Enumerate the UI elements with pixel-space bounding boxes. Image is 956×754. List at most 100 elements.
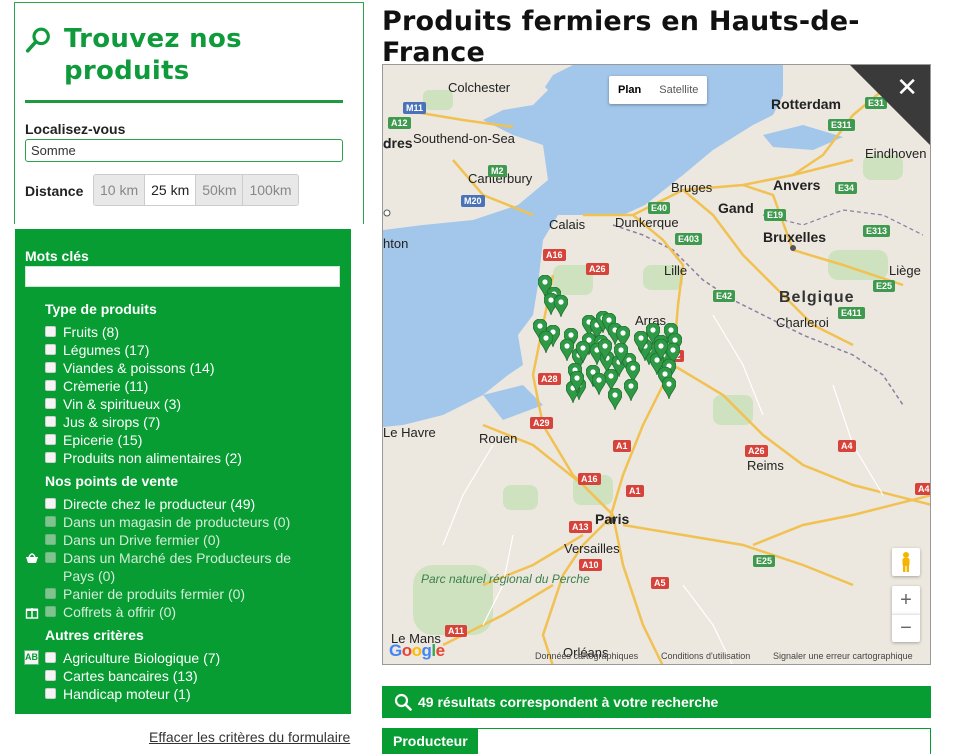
road-shield: A5 [651,577,669,589]
road-shield: M20 [461,195,485,207]
road-shield: M11 [403,102,427,114]
checkbox[interactable] [45,362,56,373]
results-summary-bar: 49 résultats correspondent à votre reche… [382,686,931,718]
checkbox[interactable] [45,380,56,391]
page-title: Produits fermiers en Hauts-de-France [382,6,860,68]
map-label-reims: Reims [747,458,784,473]
producer-map-marker[interactable] [570,371,584,393]
distance-option-10km[interactable]: 10 km [94,175,146,205]
filter-option: Dans un magasin de producteurs (0) [45,513,335,531]
checkbox[interactable] [45,434,56,445]
producer-map-marker[interactable] [554,295,568,317]
producer-map-marker[interactable] [560,339,574,361]
road-shield: A12 [388,117,411,129]
keywords-input[interactable] [25,266,340,287]
filter-option[interactable]: Légumes (17) [45,341,335,359]
map-label-rotterdam: Rotterdam [771,96,842,112]
checkbox[interactable] [45,498,56,509]
distance-option-100km[interactable]: 100km [243,175,298,205]
results-tabs: Producteur [382,728,931,754]
producer-map-marker[interactable] [539,331,553,353]
checkbox[interactable] [45,652,56,663]
producer-map-marker[interactable] [592,373,606,395]
map-label-bruges: Bruges [671,180,713,195]
filter-option[interactable]: Agriculture Biologique (7) [45,649,335,667]
checkbox[interactable] [45,326,56,337]
distance-option-50km[interactable]: 50km [196,175,244,205]
road-shield: E34 [835,182,858,194]
filter-option: Dans un Marché des Producteurs de Pays (… [45,549,315,585]
map-label-hton: hton [383,236,409,251]
road-shield: A16 [578,473,601,485]
filter-panel: Mots clés Type de produits Fruits (8) Lé… [15,229,351,714]
street-view-pegman-icon[interactable] [892,548,920,576]
filter-option: Dans un Drive fermier (0) [45,531,335,549]
producer-map-marker[interactable] [624,379,638,401]
report-error-link[interactable]: Signaler une erreur cartographique [773,651,913,661]
filter-option[interactable]: Viandes & poissons (14) [45,359,335,377]
map-view[interactable]: Colchester Southend-on-Sea dres Canterbu… [382,64,931,665]
gift-icon [25,608,39,619]
checkbox[interactable] [45,398,56,409]
filter-option[interactable]: Epicerie (15) [45,431,335,449]
road-shield: A28 [538,373,561,385]
checkbox [45,534,56,545]
producer-map-marker[interactable] [576,341,590,363]
google-logo: Google [389,641,445,660]
producer-map-marker[interactable] [654,339,668,361]
map-data-credit: Données cartographiques [535,651,639,661]
terms-link[interactable]: Conditions d'utilisation [661,651,750,661]
zoom-in-button[interactable]: + [892,586,920,614]
road-shield: E313 [863,225,891,237]
distance-option-25km[interactable]: 25 km [145,175,197,205]
filter-option[interactable]: Jus & sirops (7) [45,413,335,431]
producer-map-marker[interactable] [634,331,648,353]
checkbox[interactable] [45,688,56,699]
producer-map-marker[interactable] [614,343,628,365]
filter-option[interactable]: Vin & spiritueux (3) [45,395,335,413]
keywords-label: Mots clés [25,248,89,264]
checkbox [45,516,56,527]
filter-option[interactable]: Handicap moteur (1) [45,685,335,703]
road-shield: A1 [613,440,631,452]
results-count-text: 49 résultats correspondent à votre reche… [418,694,719,710]
checkbox[interactable] [45,416,56,427]
checkbox[interactable] [45,670,56,681]
tab-arrow-indicator [483,729,497,754]
filter-option[interactable]: Crèmerie (11) [45,377,335,395]
map-type-plan-button[interactable]: Plan [609,76,650,104]
filter-option[interactable]: Directe chez le producteur (49) [45,495,335,513]
road-shield: A13 [569,521,592,533]
checkbox[interactable] [45,452,56,463]
road-shield: A11 [445,625,468,637]
title-divider [25,100,343,103]
producer-map-marker[interactable] [608,388,622,410]
close-map-button[interactable]: ✕ [896,75,918,101]
map-label-dres: dres [383,135,413,151]
road-shield: E42 [713,290,736,302]
tab-producteur[interactable]: Producteur [383,729,478,754]
map-label-lille: Lille [664,263,688,278]
zoom-out-button[interactable]: − [892,614,920,642]
map-label-paris: Paris [595,511,630,527]
road-shield: A4 [838,440,856,452]
road-shield: A10 [579,559,602,571]
road-shield: E403 [675,233,703,245]
map-label-eindhoven: Eindhoven [865,146,927,161]
search-form-header: Trouvez nos produits Localisez-vous Dist… [14,2,364,224]
map-type-control: Plan Satellite [609,76,708,104]
filter-option[interactable]: Produits non alimentaires (2) [45,449,335,467]
road-shield: E25 [873,280,896,292]
search-sidebar: Trouvez nos produits Localisez-vous Dist… [14,2,364,754]
filter-option[interactable]: Fruits (8) [45,323,335,341]
producer-map-marker[interactable] [598,339,612,361]
producer-map-marker[interactable] [662,377,676,399]
road-shield: A29 [530,417,553,429]
filter-option[interactable]: Cartes bancaires (13) [45,667,335,685]
map-label-belgique: Belgique [779,289,855,306]
checkbox[interactable] [45,344,56,355]
location-input[interactable] [25,139,343,162]
map-type-satellite-button[interactable]: Satellite [650,76,707,104]
clear-form-link[interactable]: Effacer les critères du formulaire [149,729,350,745]
map-label-charleroi: Charleroi [776,315,829,330]
